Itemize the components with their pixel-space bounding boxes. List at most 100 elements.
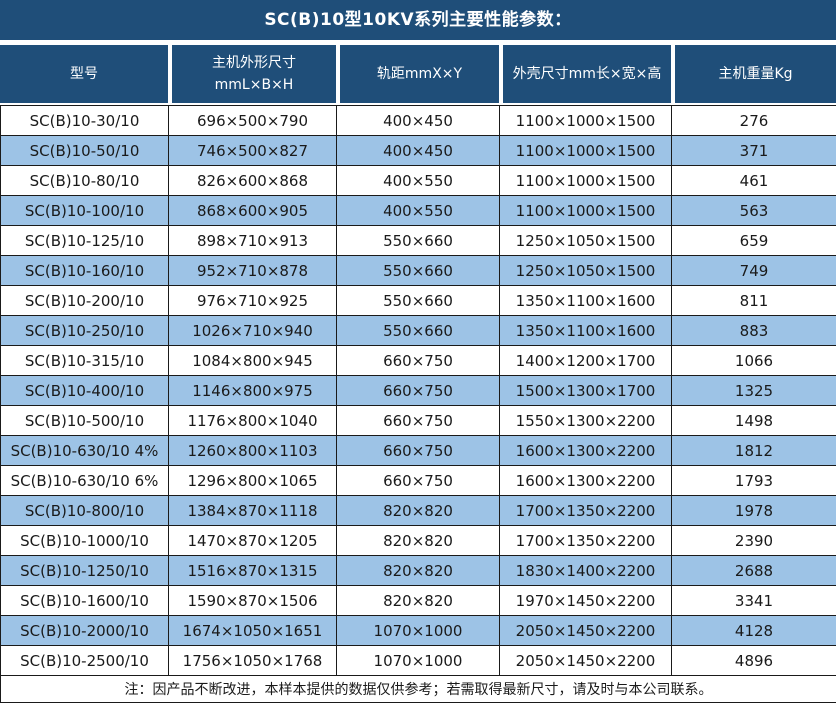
table-cell: 1250×1050×1500 xyxy=(500,226,672,256)
table-cell: 696×500×790 xyxy=(169,106,337,136)
header-model: 型号 xyxy=(0,45,168,103)
table-cell: 1100×1000×1500 xyxy=(500,106,672,136)
table-row: SC(B)10-1250/101516×870×1315820×8201830×… xyxy=(1,556,836,586)
table-cell: 1756×1050×1768 xyxy=(169,646,337,676)
table-cell: 1700×1350×2200 xyxy=(500,496,672,526)
table-cell: 820×820 xyxy=(337,496,500,526)
table-cell: 1700×1350×2200 xyxy=(500,526,672,556)
table-cell: 1516×870×1315 xyxy=(169,556,337,586)
table-cell: 563 xyxy=(672,196,836,226)
table-row: SC(B)10-125/10898×710×913550×6601250×105… xyxy=(1,226,836,256)
table-row: SC(B)10-630/10 4%1260×800×1103660×750160… xyxy=(1,436,836,466)
header-track-gauge: 轨距mmX×Y xyxy=(336,45,499,103)
table-cell: 1830×1400×2200 xyxy=(500,556,672,586)
table-cell: 1600×1300×2200 xyxy=(500,466,672,496)
table-header: 型号 主机外形尺寸 mmL×B×H 轨距mmX×Y 外壳尺寸mm长×宽×高 主机… xyxy=(0,45,836,103)
model-cell: SC(B)10-125/10 xyxy=(1,226,169,256)
table-row: SC(B)10-2000/101674×1050×16511070×100020… xyxy=(1,616,836,646)
table-cell: 400×550 xyxy=(337,166,500,196)
table-cell: 1674×1050×1651 xyxy=(169,616,337,646)
table-cell: 2390 xyxy=(672,526,836,556)
table-cell: 1400×1200×1700 xyxy=(500,346,672,376)
table-cell: 868×600×905 xyxy=(169,196,337,226)
model-cell: SC(B)10-500/10 xyxy=(1,406,169,436)
table-cell: 1100×1000×1500 xyxy=(500,196,672,226)
table-cell: 1250×1050×1500 xyxy=(500,256,672,286)
model-cell: SC(B)10-80/10 xyxy=(1,166,169,196)
table-cell: 1350×1100×1600 xyxy=(500,316,672,346)
table-cell: 660×750 xyxy=(337,346,500,376)
model-cell: SC(B)10-1000/10 xyxy=(1,526,169,556)
model-cell: SC(B)10-630/10 4% xyxy=(1,436,169,466)
table-cell: 1070×1000 xyxy=(337,616,500,646)
table-cell: 1070×1000 xyxy=(337,646,500,676)
model-cell: SC(B)10-1600/10 xyxy=(1,586,169,616)
header-shell-size: 外壳尺寸mm长×宽×高 xyxy=(499,45,671,103)
table-cell: 1084×800×945 xyxy=(169,346,337,376)
table-row: SC(B)10-630/10 6%1296×800×1065660×750160… xyxy=(1,466,836,496)
table-row: SC(B)10-80/10826×600×868400×5501100×1000… xyxy=(1,166,836,196)
model-cell: SC(B)10-250/10 xyxy=(1,316,169,346)
table-cell: 550×660 xyxy=(337,286,500,316)
table-cell: 749 xyxy=(672,256,836,286)
table-cell: 371 xyxy=(672,136,836,166)
table-cell: 1470×870×1205 xyxy=(169,526,337,556)
table-cell: 550×660 xyxy=(337,226,500,256)
model-cell: SC(B)10-100/10 xyxy=(1,196,169,226)
note-row: 注：因产品不断改进，本样本提供的数据仅供参考；若需取得最新尺寸，请及时与本公司联… xyxy=(1,676,836,703)
table-row: SC(B)10-1000/101470×870×1205820×8201700×… xyxy=(1,526,836,556)
table-cell: 1793 xyxy=(672,466,836,496)
table-cell: 1100×1000×1500 xyxy=(500,166,672,196)
table-cell: 952×710×878 xyxy=(169,256,337,286)
table-cell: 550×660 xyxy=(337,256,500,286)
table-cell: 1500×1300×1700 xyxy=(500,376,672,406)
table-cell: 4128 xyxy=(672,616,836,646)
table-cell: 2050×1450×2200 xyxy=(500,616,672,646)
table-cell: 1146×800×975 xyxy=(169,376,337,406)
table-cell: 550×660 xyxy=(337,316,500,346)
table-cell: 1176×800×1040 xyxy=(169,406,337,436)
table-cell: 660×750 xyxy=(337,406,500,436)
table-row: SC(B)10-50/10746×500×827400×4501100×1000… xyxy=(1,136,836,166)
table-cell: 659 xyxy=(672,226,836,256)
table-cell: 820×820 xyxy=(337,526,500,556)
page-title: SC(B)10型10KV系列主要性能参数： xyxy=(0,0,836,40)
specs-table: SC(B)10-30/10696×500×790400×4501100×1000… xyxy=(0,105,836,703)
model-cell: SC(B)10-400/10 xyxy=(1,376,169,406)
table-cell: 811 xyxy=(672,286,836,316)
model-cell: SC(B)10-1250/10 xyxy=(1,556,169,586)
table-row: SC(B)10-315/101084×800×945660×7501400×12… xyxy=(1,346,836,376)
model-cell: SC(B)10-200/10 xyxy=(1,286,169,316)
table-row: SC(B)10-250/101026×710×940550×6601350×11… xyxy=(1,316,836,346)
table-cell: 4896 xyxy=(672,646,836,676)
table-cell: 1384×870×1118 xyxy=(169,496,337,526)
table-cell: 1100×1000×1500 xyxy=(500,136,672,166)
header-unit-weight: 主机重量Kg xyxy=(671,45,836,103)
table-cell: 1498 xyxy=(672,406,836,436)
model-cell: SC(B)10-2500/10 xyxy=(1,646,169,676)
table-body: SC(B)10-30/10696×500×790400×4501100×1000… xyxy=(1,106,836,676)
model-cell: SC(B)10-315/10 xyxy=(1,346,169,376)
table-cell: 1260×800×1103 xyxy=(169,436,337,466)
table-cell: 1350×1100×1600 xyxy=(500,286,672,316)
table-cell: 898×710×913 xyxy=(169,226,337,256)
table-cell: 461 xyxy=(672,166,836,196)
table-cell: 1978 xyxy=(672,496,836,526)
table-row: SC(B)10-1600/101590×870×1506820×8201970×… xyxy=(1,586,836,616)
table-cell: 1325 xyxy=(672,376,836,406)
table-cell: 660×750 xyxy=(337,376,500,406)
table-row: SC(B)10-2500/101756×1050×17681070×100020… xyxy=(1,646,836,676)
table-cell: 1600×1300×2200 xyxy=(500,436,672,466)
table-cell: 1970×1450×2200 xyxy=(500,586,672,616)
table-row: SC(B)10-100/10868×600×905400×5501100×100… xyxy=(1,196,836,226)
model-cell: SC(B)10-2000/10 xyxy=(1,616,169,646)
table-cell: 3341 xyxy=(672,586,836,616)
model-cell: SC(B)10-800/10 xyxy=(1,496,169,526)
table-cell: 660×750 xyxy=(337,436,500,466)
table-cell: 1590×870×1506 xyxy=(169,586,337,616)
table-cell: 1550×1300×2200 xyxy=(500,406,672,436)
table-cell: 1066 xyxy=(672,346,836,376)
table-cell: 1296×800×1065 xyxy=(169,466,337,496)
table-cell: 820×820 xyxy=(337,586,500,616)
spec-sheet: SC(B)10型10KV系列主要性能参数： 型号 主机外形尺寸 mmL×B×H … xyxy=(0,0,836,703)
